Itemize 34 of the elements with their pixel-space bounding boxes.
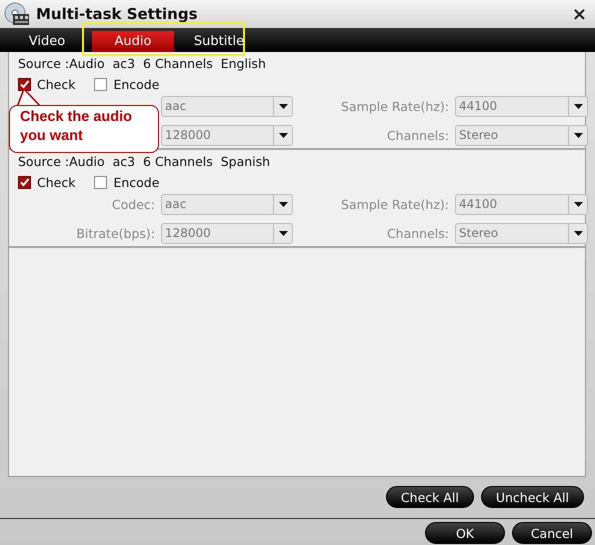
field-label: Channels: [386, 128, 449, 143]
field-label: Sample Rate(hz): [340, 99, 449, 114]
caret-icon [278, 231, 288, 236]
field-label: Bitrate(bps): [75, 226, 155, 241]
caret-icon [278, 104, 288, 109]
caret-icon [278, 202, 288, 207]
checkbox-label[interactable]: Check [37, 76, 76, 92]
field-label: Sample Rate(hz): [340, 197, 449, 212]
pill-button[interactable]: Uncheck All [480, 486, 584, 508]
pill-button[interactable]: Check All [386, 486, 474, 508]
tab[interactable]: Subtitle [180, 31, 258, 52]
caret-icon [574, 231, 582, 236]
tab[interactable]: Audio [92, 31, 174, 52]
field-label: Channels: [386, 226, 449, 241]
window-title: Multi-task Settings [36, 5, 199, 23]
checkbox[interactable] [18, 176, 31, 188]
checkbox[interactable] [94, 176, 108, 188]
checkbox[interactable] [94, 78, 108, 90]
checkbox-label[interactable]: Encode [113, 174, 160, 190]
checkbox[interactable] [18, 78, 31, 90]
dialog-button[interactable]: OK [425, 522, 505, 544]
caret-icon [574, 133, 582, 138]
source-text: Source :Audio ac3 6 Channels Spanish [18, 154, 272, 171]
caret-icon [574, 104, 582, 109]
field-label: Codec: [110, 197, 155, 212]
close-button[interactable]: × [572, 4, 587, 24]
checkbox-label[interactable]: Encode [113, 76, 160, 92]
tab[interactable]: Video [8, 31, 86, 52]
disc-film-icon [4, 2, 30, 26]
checkbox-label[interactable]: Check [37, 174, 76, 190]
dialog-button[interactable]: Cancel [512, 522, 592, 544]
caret-icon [574, 202, 582, 207]
source-text: Source :Audio ac3 6 Channels English [18, 56, 267, 73]
caret-icon [278, 133, 288, 138]
